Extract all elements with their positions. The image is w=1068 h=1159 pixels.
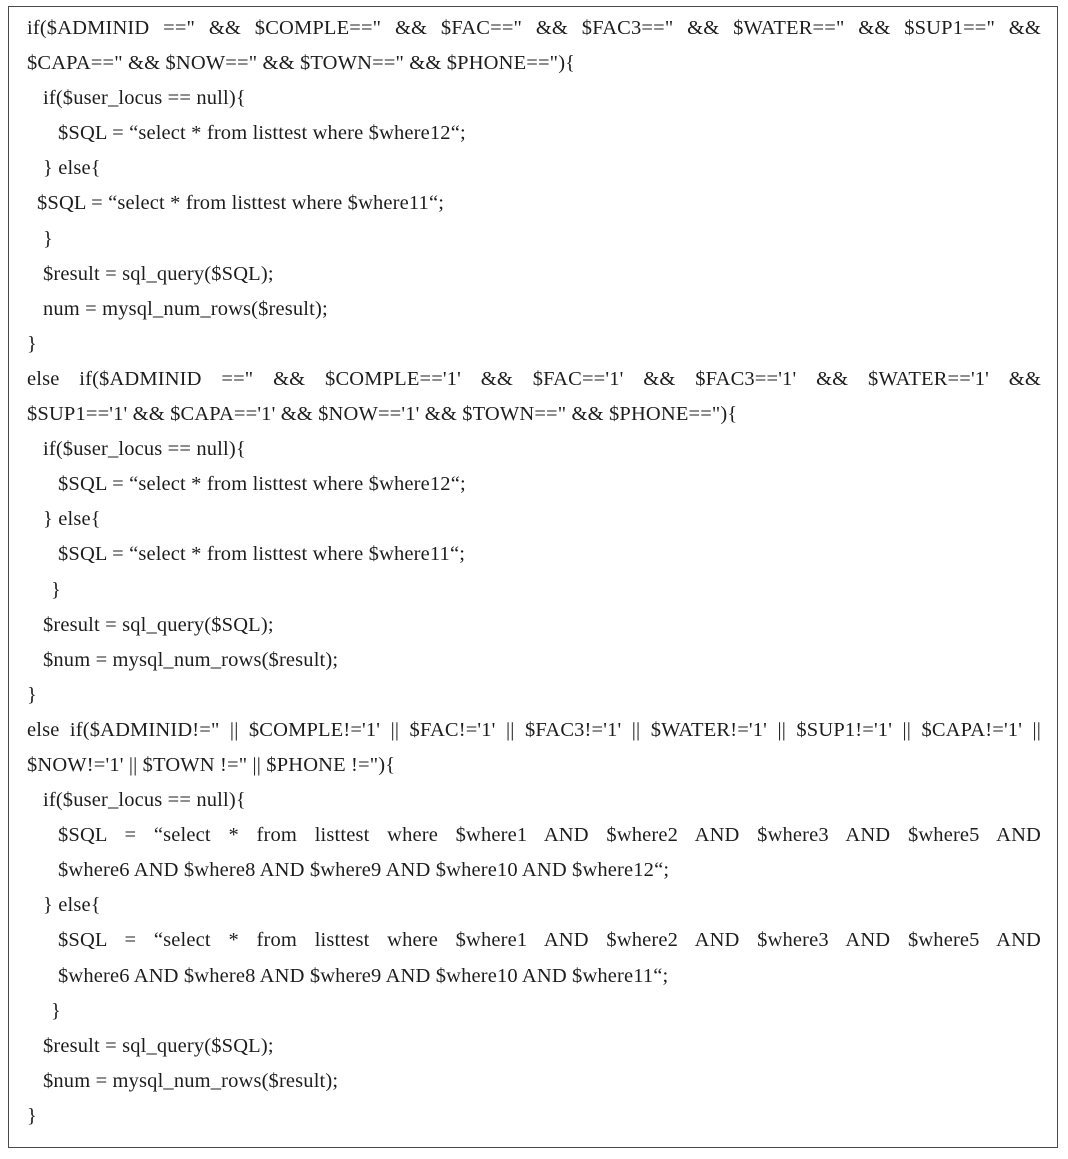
code-line-segment: $SUP1=='1' && $CAPA=='1' && $NOW=='1' &&…	[27, 403, 738, 426]
code-line-segment: $where6 AND $where8 AND $where9 AND $whe…	[58, 859, 670, 882]
code-line-segment: $where6 AND $where8 AND $where9 AND $whe…	[58, 964, 669, 987]
code-line-segment: else if($ADMINID ==" && $COMPLE=='1' && …	[27, 367, 1041, 390]
code-line: $num = mysql_num_rows($result);	[43, 648, 339, 671]
code-line-segment: $SQL = “select * from listtest where $wh…	[58, 929, 1041, 952]
code-line: $SQL = “select * from listtest where $wh…	[37, 192, 445, 215]
code-line: } else{	[43, 508, 101, 531]
code-line: $SQL = “select * from listtest where $wh…	[58, 122, 466, 145]
code-line: $result = sql_query($SQL);	[43, 1034, 274, 1057]
code-line: }	[27, 1104, 37, 1127]
code-line: }	[51, 578, 61, 601]
code-line: else if($ADMINID ==" && $COMPLE=='1' && …	[27, 362, 1041, 432]
code-line: if($user_locus == null){	[43, 789, 246, 812]
code-line-segment: $SQL = “select * from listtest where $wh…	[58, 824, 1041, 847]
code-line: $num = mysql_num_rows($result);	[43, 1069, 339, 1092]
code-line: } else{	[43, 157, 101, 180]
code-listing-body: if($ADMINID ==" && $COMPLE==" && $FAC=="…	[27, 11, 1041, 1134]
code-line: }	[27, 683, 37, 706]
code-line: $SQL = “select * from listtest where $wh…	[58, 473, 466, 496]
code-line-segment: if($ADMINID ==" && $COMPLE==" && $FAC=="…	[27, 17, 1041, 39]
code-line: }	[27, 332, 37, 355]
code-line: if($user_locus == null){	[43, 87, 246, 110]
code-line: }	[51, 999, 61, 1022]
code-line: $result = sql_query($SQL);	[43, 613, 274, 636]
code-listing-frame: if($ADMINID ==" && $COMPLE==" && $FAC=="…	[8, 6, 1058, 1148]
code-line: else if($ADMINID!=" || $COMPLE!='1' || $…	[27, 713, 1041, 783]
code-line: }	[43, 227, 53, 250]
code-line: if($user_locus == null){	[43, 438, 246, 461]
code-line: $SQL = “select * from listtest where $wh…	[58, 543, 466, 566]
code-line: num = mysql_num_rows($result);	[43, 297, 328, 320]
code-line-segment: else if($ADMINID!=" || $COMPLE!='1' || $…	[27, 718, 1041, 741]
code-line: $result = sql_query($SQL);	[43, 262, 274, 285]
code-line-segment: $NOW!='1' || $TOWN !=" || $PHONE !="){	[27, 753, 396, 776]
code-line: $SQL = “select * from listtest where $wh…	[27, 923, 1041, 993]
code-line-segment: $CAPA==" && $NOW==" && $TOWN==" && $PHON…	[27, 52, 576, 75]
code-line: } else{	[43, 894, 101, 917]
code-line: $SQL = “select * from listtest where $wh…	[27, 818, 1041, 888]
code-line: if($ADMINID ==" && $COMPLE==" && $FAC=="…	[27, 11, 1041, 81]
